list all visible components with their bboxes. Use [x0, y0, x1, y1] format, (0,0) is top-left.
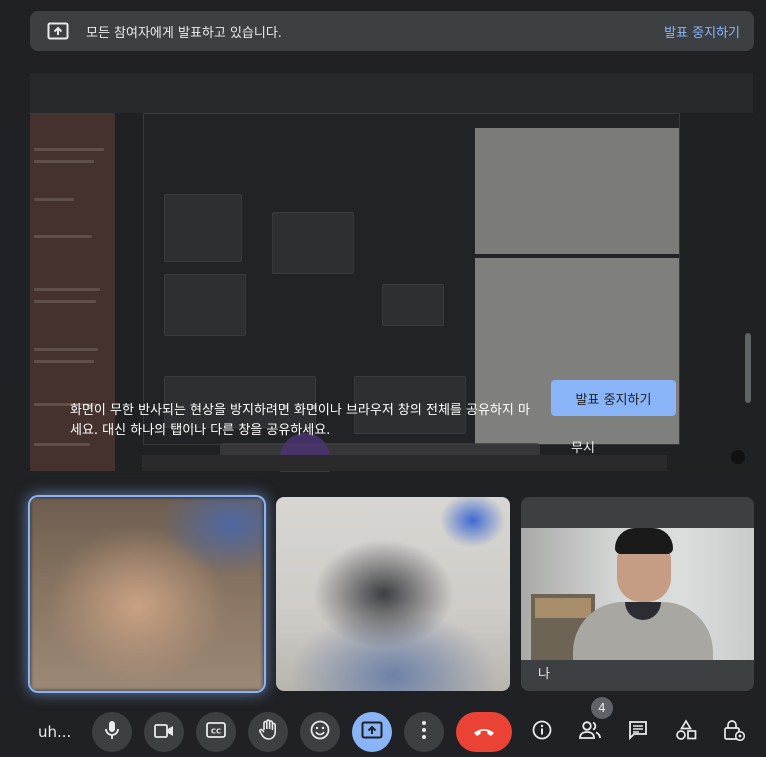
activities-button[interactable] [666, 712, 706, 752]
host-controls-button[interactable] [714, 712, 754, 752]
more-options-button[interactable] [404, 712, 444, 752]
end-call-icon [472, 723, 496, 742]
mic-button[interactable] [92, 712, 132, 752]
stop-presenting-button[interactable]: 발표 중지하기 [551, 380, 676, 416]
present-icon [361, 721, 383, 743]
present-button[interactable] [352, 712, 392, 752]
chat-icon [628, 720, 648, 744]
info-icon [532, 720, 552, 744]
self-label: 나 [538, 667, 550, 682]
host-controls-icon [723, 719, 746, 745]
self-tile[interactable]: 나 [521, 497, 754, 691]
presenting-banner: 모든 참여자에게 발표하고 있습니다. 발표 중지하기 [30, 11, 754, 51]
participant-count-badge: 4 [591, 697, 613, 719]
participant-tile[interactable] [276, 497, 510, 691]
meeting-info-button[interactable] [522, 712, 562, 752]
participant-video-blurred [276, 497, 510, 691]
control-bar: uh... CC [0, 710, 766, 757]
mirror-warning-message: 화면이 무한 반사되는 현상을 방지하려면 화면이나 브라우저 창의 전체를 공… [70, 403, 530, 438]
captions-button[interactable]: CC [196, 712, 236, 752]
chat-button[interactable] [618, 712, 658, 752]
present-screen-icon [46, 19, 70, 43]
mic-icon [103, 720, 121, 744]
scrollbar[interactable] [745, 333, 751, 403]
participant-video-blurred [30, 497, 264, 691]
mirrored-indicator [731, 450, 745, 464]
meeting-name[interactable]: uh... [38, 723, 71, 741]
svg-text:CC: CC [211, 728, 221, 736]
presenting-message: 모든 참여자에게 발표하고 있습니다. [86, 25, 282, 41]
self-video [521, 528, 754, 660]
more-icon [421, 720, 427, 744]
raise-hand-icon [258, 719, 278, 745]
camera-icon [154, 723, 174, 742]
emoji-button[interactable] [300, 712, 340, 752]
captions-icon: CC [206, 722, 226, 742]
camera-button[interactable] [144, 712, 184, 752]
dismiss-button[interactable]: 무시 [571, 437, 595, 456]
stop-presenting-link[interactable]: 발표 중지하기 [664, 22, 740, 41]
activities-icon [675, 719, 697, 745]
raise-hand-button[interactable] [248, 712, 288, 752]
emoji-icon [310, 720, 330, 744]
people-icon [578, 720, 602, 744]
participant-tile[interactable] [30, 497, 264, 691]
end-call-button[interactable] [456, 712, 512, 752]
